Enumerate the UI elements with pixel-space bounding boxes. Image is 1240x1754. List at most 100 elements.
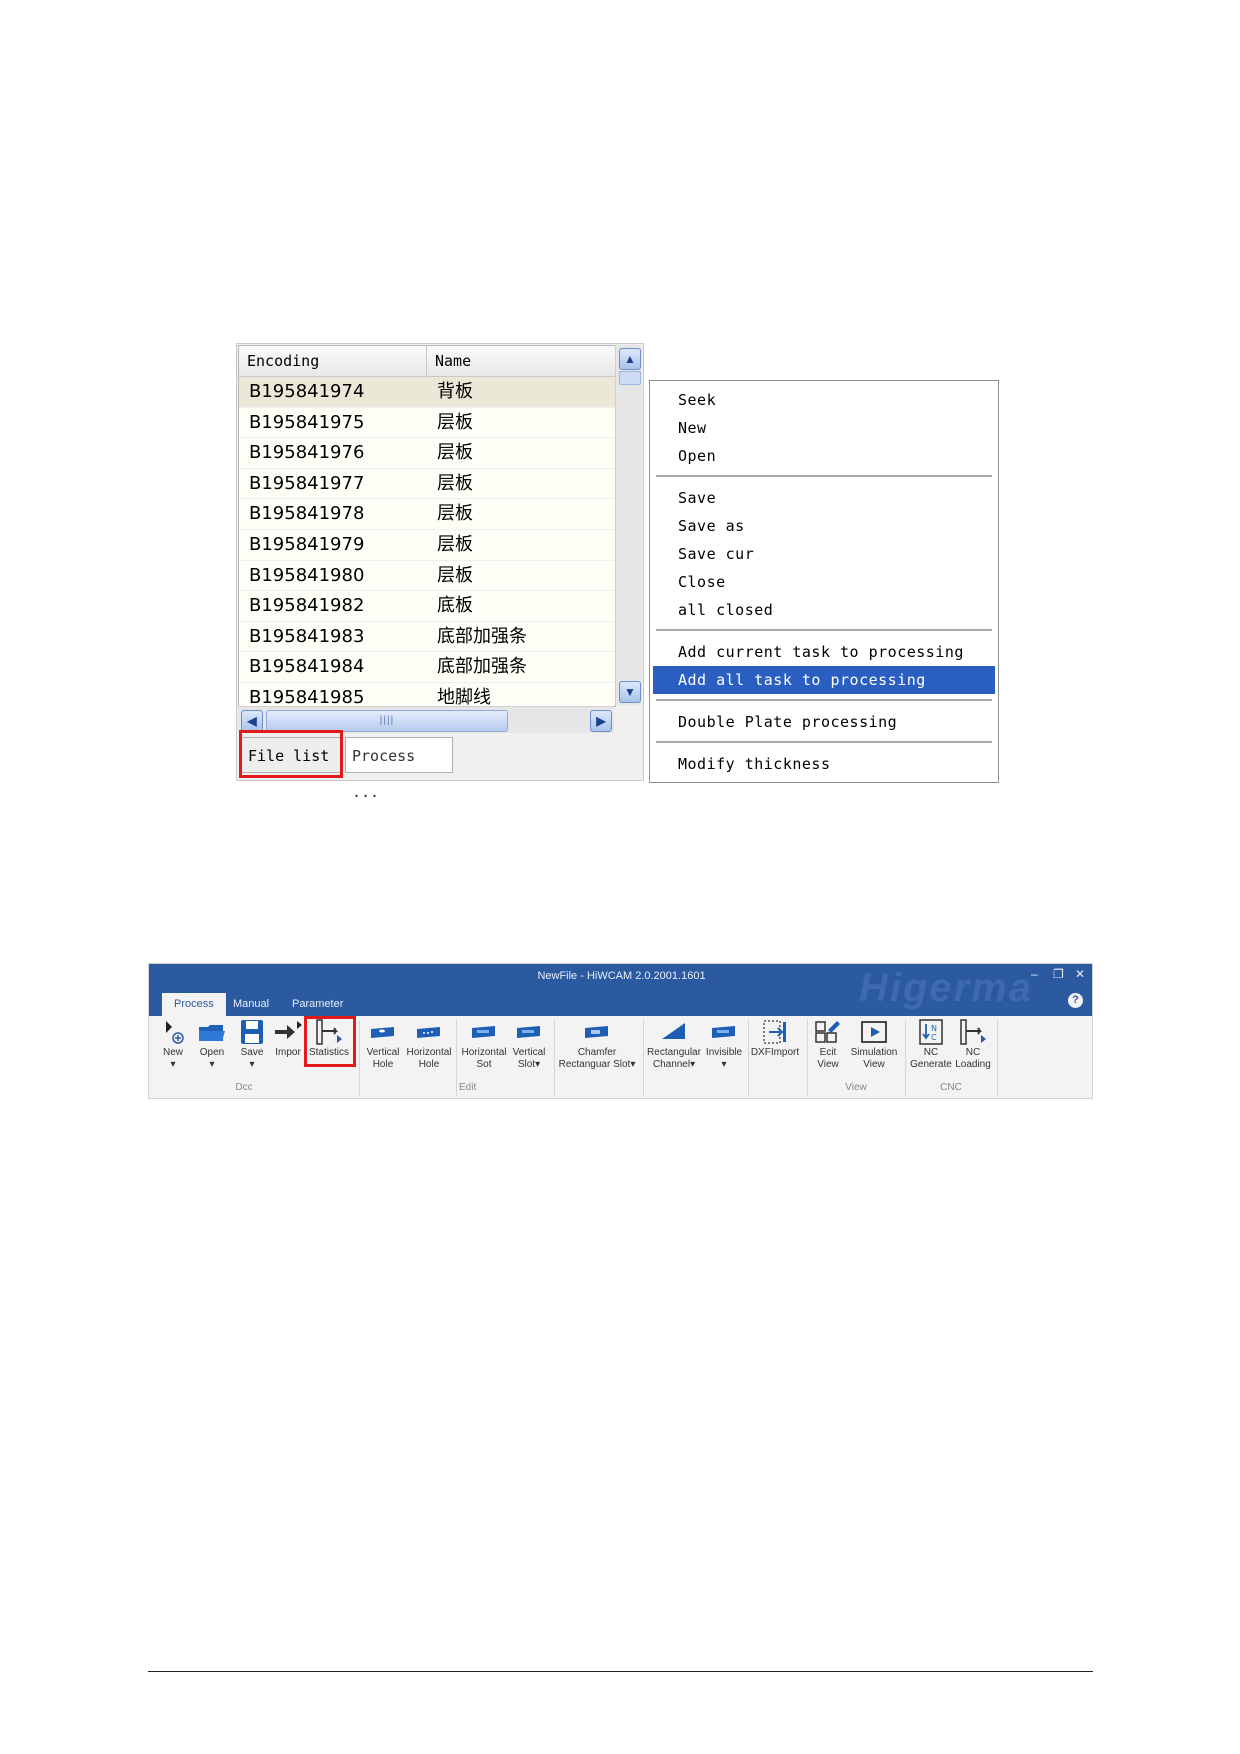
- menu-item-add-all-tasks[interactable]: Add all task to processing: [653, 666, 995, 694]
- menu-item-modify-thickness[interactable]: Modify thickness: [653, 750, 995, 778]
- column-header-name[interactable]: Name: [427, 346, 615, 376]
- scroll-left-icon[interactable]: ◀: [241, 710, 263, 732]
- menu-item-open[interactable]: Open: [653, 442, 995, 470]
- group-separator: [748, 1020, 749, 1096]
- encoding-cell: B195841976: [249, 442, 365, 464]
- name-cell: 层板: [437, 503, 473, 525]
- horizontal-scroll-thumb[interactable]: ||||: [266, 710, 508, 732]
- tab-process[interactable]: Process: [162, 993, 226, 1016]
- table-row[interactable]: B195841976 层板: [239, 438, 615, 469]
- name-cell: 底部加强条: [437, 625, 527, 647]
- name-cell: 背板: [437, 381, 473, 402]
- ribbon-toolbar: Higerma NewFile - HiWCAM 2.0.2001.1601 –…: [148, 963, 1093, 1099]
- table-row[interactable]: B195841982 底板: [239, 591, 615, 622]
- restore-icon[interactable]: ❐: [1053, 967, 1064, 981]
- menu-separator: [656, 475, 992, 477]
- horizontal-hole-icon: [417, 1027, 440, 1038]
- menu-item-all-closed[interactable]: all closed: [653, 596, 995, 624]
- vertical-hole-button[interactable]: Vertical Hole: [363, 1019, 403, 1071]
- name-cell: 地脚线: [437, 686, 491, 707]
- name-cell: 层板: [437, 472, 473, 494]
- scroll-up-icon[interactable]: ▲: [619, 348, 641, 370]
- help-icon[interactable]: ?: [1068, 993, 1083, 1008]
- tab-process[interactable]: Process ...: [345, 737, 453, 801]
- group-separator: [997, 1020, 998, 1096]
- horizontal-slot-icon: [472, 1026, 495, 1038]
- menu-item-save[interactable]: Save: [653, 484, 995, 512]
- menu-item-save-as[interactable]: Save as: [653, 512, 995, 540]
- nc-generate-button[interactable]: NC NC Generate: [909, 1019, 953, 1071]
- table-row[interactable]: B195841984 底部加强条: [239, 652, 615, 683]
- vertical-slot-label-1: Vertical: [512, 1047, 546, 1058]
- menu-item-seek[interactable]: Seek: [653, 386, 995, 414]
- group-separator: [905, 1020, 906, 1096]
- dxf-import-icon: [763, 1020, 786, 1044]
- group-label-view: View: [845, 1082, 867, 1093]
- nc-loading-button[interactable]: NC Loading: [953, 1019, 993, 1071]
- save-button[interactable]: Save ▾: [237, 1019, 267, 1071]
- horizontal-slot-button[interactable]: Horizontal Sot: [459, 1019, 509, 1071]
- group-separator: [456, 1020, 457, 1096]
- table-row[interactable]: B195841983 底部加强条: [239, 621, 615, 653]
- tab-parameter[interactable]: Parameter: [280, 993, 355, 1016]
- horizontal-hole-label-1: Horizontal: [406, 1047, 452, 1058]
- table-row[interactable]: B195841977 层板: [239, 468, 615, 500]
- dxf-import-label: DXFImport: [750, 1047, 800, 1058]
- menu-item-close[interactable]: Close: [653, 568, 995, 596]
- menu-item-double-plate[interactable]: Double Plate processing: [653, 708, 995, 736]
- chamfer-slot-button[interactable]: Chamfer Rectanguar Slot▾: [555, 1019, 639, 1071]
- name-cell: 底部加强条: [437, 656, 527, 678]
- horizontal-slot-label-2: Sot: [476, 1059, 492, 1070]
- open-button[interactable]: Open ▾: [197, 1019, 227, 1071]
- rectangular-channel-button[interactable]: Rectangular Channel▾: [647, 1019, 701, 1071]
- rect-channel-label-1: Rectangular: [647, 1047, 701, 1058]
- column-header-encoding[interactable]: Encoding: [239, 346, 427, 376]
- table-row[interactable]: B195841978 层板: [239, 499, 615, 530]
- import-button[interactable]: Impor: [273, 1019, 303, 1059]
- name-cell: 层板: [437, 564, 473, 586]
- close-icon[interactable]: ✕: [1075, 967, 1085, 981]
- dxf-import-button[interactable]: DXFImport: [750, 1019, 800, 1059]
- simulation-view-button[interactable]: Simulation View: [847, 1019, 901, 1071]
- table-row[interactable]: B195841975 层板: [239, 407, 615, 439]
- horizontal-hole-button[interactable]: Horizontal Hole: [405, 1019, 453, 1071]
- group-separator: [807, 1020, 808, 1096]
- encoding-cell: B195841974: [249, 381, 365, 402]
- horizontal-scrollbar[interactable]: ◀ |||| ▶: [238, 706, 614, 733]
- save-icon: [241, 1020, 263, 1044]
- menu-separator: [656, 629, 992, 631]
- play-icon: [861, 1021, 887, 1043]
- horizontal-hole-label-2: Hole: [418, 1059, 440, 1070]
- menu-item-new[interactable]: New: [653, 414, 995, 442]
- svg-text:N: N: [931, 1024, 937, 1033]
- vertical-hole-label-1: Vertical: [366, 1047, 400, 1058]
- vertical-scroll-thumb[interactable]: [619, 371, 641, 385]
- vertical-scrollbar[interactable]: ▲ ▼: [615, 345, 642, 705]
- encoding-cell: B195841980: [249, 564, 365, 586]
- new-label: New: [162, 1047, 183, 1058]
- edit-view-button[interactable]: Ecit View: [811, 1019, 845, 1071]
- table-row[interactable]: B195841979 层板: [239, 529, 615, 561]
- menu-item-add-current-task[interactable]: Add current task to processing: [653, 638, 995, 666]
- tab-manual[interactable]: Manual: [221, 993, 281, 1016]
- window-title: NewFile - HiWCAM 2.0.2001.1601: [537, 970, 706, 982]
- simulation-view-label-1: Simulation: [850, 1047, 898, 1058]
- table-row[interactable]: B195841980 层板: [239, 560, 615, 592]
- footer-divider: [148, 1671, 1093, 1672]
- edit-view-label-1: Ecit: [819, 1047, 837, 1058]
- scroll-down-icon[interactable]: ▼: [619, 681, 641, 703]
- name-cell: 层板: [437, 442, 473, 464]
- vertical-slot-button[interactable]: Vertical Slot▾: [509, 1019, 549, 1071]
- table-row[interactable]: B195841974 背板: [239, 377, 615, 408]
- import-icon: [275, 1021, 302, 1039]
- invisible-button[interactable]: Invisible ▾: [703, 1019, 745, 1071]
- scroll-right-icon[interactable]: ▶: [590, 710, 612, 732]
- menu-item-save-cur[interactable]: Save cur: [653, 540, 995, 568]
- context-menu: Seek New Open Save Save as Save cur Clos…: [649, 380, 999, 783]
- vertical-hole-icon: [371, 1027, 394, 1038]
- title-bar: Higerma NewFile - HiWCAM 2.0.2001.1601 –…: [149, 964, 1092, 1016]
- name-cell: 层板: [437, 411, 473, 433]
- table-row[interactable]: B195841985 地脚线: [239, 682, 615, 707]
- new-button[interactable]: New ▾: [159, 1019, 187, 1071]
- minimize-icon[interactable]: –: [1031, 967, 1038, 981]
